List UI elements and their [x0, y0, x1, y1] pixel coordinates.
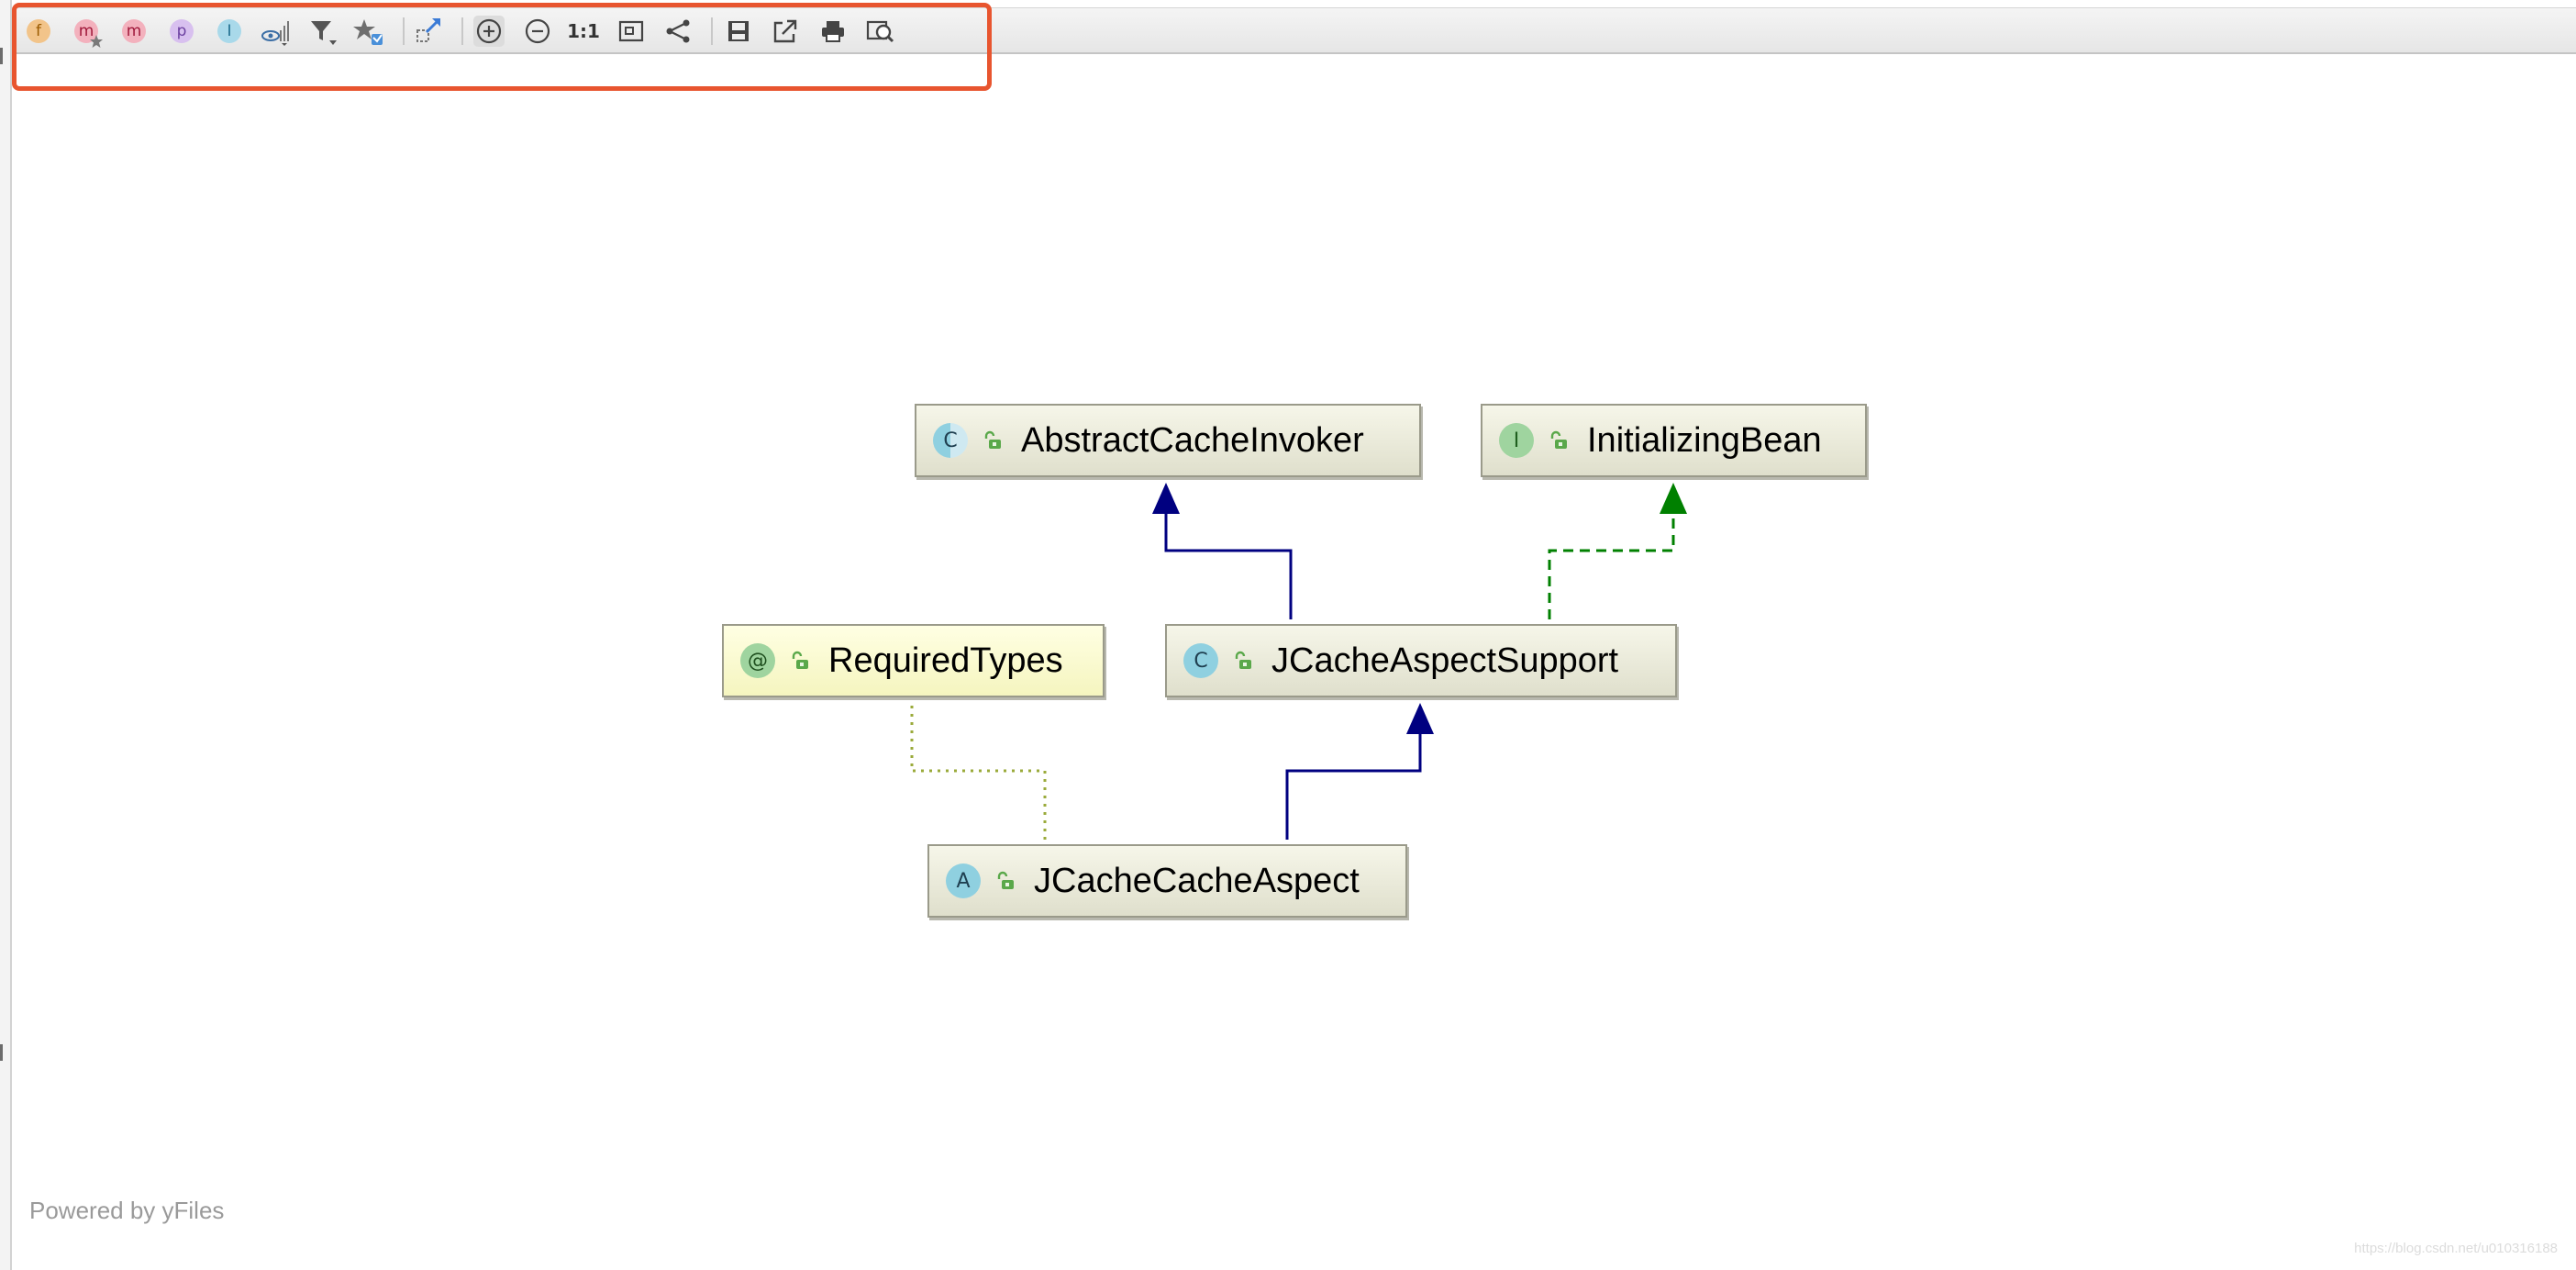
watermark-text: https://blog.csdn.net/u010316188	[2354, 1241, 2558, 1256]
abstract-class-icon: C	[933, 423, 968, 458]
annotation-edge	[910, 702, 1047, 840]
extends-edge	[1285, 723, 1422, 840]
public-access-icon	[984, 430, 1001, 449]
diagram-window: f m m p I 1:1 C AbstractCacheInvoker I I…	[0, 0, 2576, 1270]
extends-edge	[1164, 503, 1293, 619]
interface-icon: I	[1499, 423, 1534, 458]
public-access-icon	[1235, 651, 1251, 669]
implements-edge	[1548, 503, 1675, 619]
annotation-node-required-types[interactable]: @ RequiredTypes	[722, 624, 1105, 697]
powered-by-label: Powered by yFiles	[29, 1197, 225, 1224]
public-access-icon	[997, 871, 1014, 889]
node-label: AbstractCacheInvoker	[1021, 420, 1364, 460]
class-icon: C	[1183, 643, 1218, 678]
class-node-abstract-cache-invoker[interactable]: C AbstractCacheInvoker	[915, 404, 1421, 477]
node-label: JCacheAspectSupport	[1271, 641, 1619, 680]
node-label: RequiredTypes	[828, 641, 1063, 680]
node-label: JCacheCacheAspect	[1034, 861, 1360, 900]
node-label: InitializingBean	[1587, 420, 1822, 460]
class-node-jcache-aspect-support[interactable]: C JCacheAspectSupport	[1165, 624, 1677, 697]
extends-arrowhead	[1406, 703, 1434, 734]
aspect-icon: A	[946, 863, 981, 898]
annotation-icon: @	[740, 643, 775, 678]
aspect-node-jcache-cache-aspect[interactable]: A JCacheCacheAspect	[927, 844, 1407, 918]
public-access-icon	[1550, 430, 1567, 449]
interface-node-initializing-bean[interactable]: I InitializingBean	[1481, 404, 1867, 477]
public-access-icon	[792, 651, 808, 669]
implements-arrowhead	[1660, 483, 1687, 514]
extends-arrowhead	[1152, 483, 1180, 514]
